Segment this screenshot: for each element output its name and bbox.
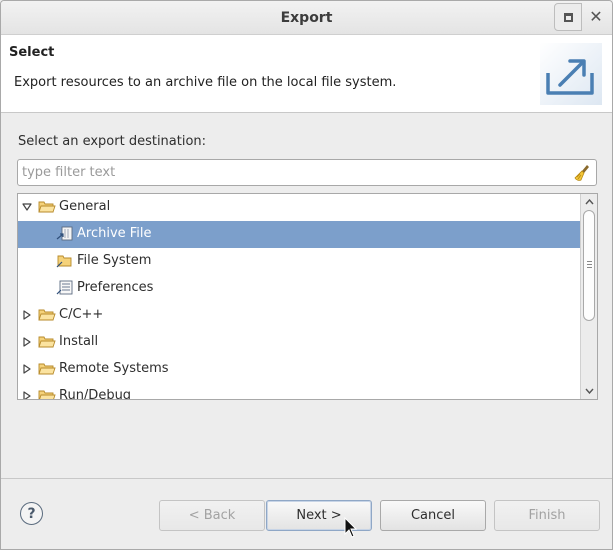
tree-scrollbar[interactable]	[580, 194, 597, 399]
preferences-icon	[56, 280, 73, 295]
tree-item-file-system[interactable]: File System	[18, 248, 580, 275]
tree-item-label: C/C++	[59, 307, 104, 322]
tree-item-label: General	[59, 199, 111, 214]
tree-item-label: Run/Debug	[59, 388, 132, 399]
maximize-button[interactable]	[554, 3, 582, 31]
export-banner-icon	[540, 43, 602, 105]
tree-item-install[interactable]: Install	[18, 329, 580, 356]
page-title: Select	[9, 45, 55, 60]
chevron-down-icon	[584, 388, 594, 394]
back-button[interactable]: < Back	[159, 500, 265, 531]
tree-item-remote-systems[interactable]: Remote Systems	[18, 356, 580, 383]
filter-field[interactable]	[17, 159, 597, 186]
folder-open-icon	[38, 201, 56, 213]
collapsed-arrow-icon[interactable]	[22, 391, 32, 399]
finish-button[interactable]: Finish	[494, 500, 600, 531]
tree-item-c-cpp[interactable]: C/C++	[18, 302, 580, 329]
folder-icon	[38, 390, 56, 399]
window-title: Export	[280, 10, 333, 26]
chevron-up-icon	[584, 199, 594, 205]
tree-item-label: File System	[77, 253, 152, 268]
help-button[interactable]: ?	[20, 502, 43, 525]
tree-item-label: Archive File	[77, 226, 152, 241]
tree-item-label: Install	[59, 334, 99, 349]
close-button[interactable]: ✕	[582, 3, 610, 31]
collapsed-arrow-icon[interactable]	[22, 310, 32, 320]
tree-item-general[interactable]: General	[18, 194, 580, 221]
filter-input[interactable]	[22, 163, 567, 182]
page-description: Export resources to an archive file on t…	[14, 75, 397, 90]
collapsed-arrow-icon[interactable]	[22, 364, 32, 374]
clear-filter-icon[interactable]	[573, 163, 593, 183]
tree-item-run-debug[interactable]: Run/Debug	[18, 383, 580, 399]
help-icon: ?	[27, 505, 36, 522]
wizard-header: Select Export resources to an archive fi…	[1, 35, 612, 113]
tree-item-label: Preferences	[77, 280, 154, 295]
expanded-arrow-icon[interactable]	[22, 202, 32, 212]
export-dialog: Export ✕ Select Export resources to an a…	[0, 0, 613, 550]
tree-item-archive-file[interactable]: Archive File	[18, 221, 580, 248]
window-controls: ✕	[552, 1, 612, 35]
tree-item-label: Remote Systems	[59, 361, 169, 376]
scrollbar-thumb[interactable]	[583, 210, 595, 321]
footer-divider	[1, 478, 612, 479]
collapsed-arrow-icon[interactable]	[22, 337, 32, 347]
cancel-button[interactable]: Cancel	[380, 500, 486, 531]
file-system-icon	[56, 255, 72, 268]
export-wizard-tree[interactable]: General Archive File File System Prefere…	[17, 193, 598, 400]
folder-icon	[38, 336, 56, 348]
grip-line	[587, 264, 592, 265]
folder-icon	[38, 309, 56, 321]
grip-line	[587, 267, 592, 268]
folder-icon	[38, 363, 56, 375]
export-destination-label: Select an export destination:	[18, 134, 207, 149]
grip-line	[587, 261, 592, 262]
close-icon: ✕	[589, 7, 603, 26]
scroll-up-button[interactable]	[582, 195, 596, 209]
archive-file-icon	[56, 226, 73, 241]
tree-rows: General Archive File File System Prefere…	[18, 194, 580, 399]
maximize-icon	[563, 12, 573, 22]
scroll-down-button[interactable]	[582, 384, 596, 398]
mouse-pointer-icon	[344, 517, 358, 538]
tree-item-preferences[interactable]: Preferences	[18, 275, 580, 302]
title-bar[interactable]: Export ✕	[1, 1, 612, 35]
